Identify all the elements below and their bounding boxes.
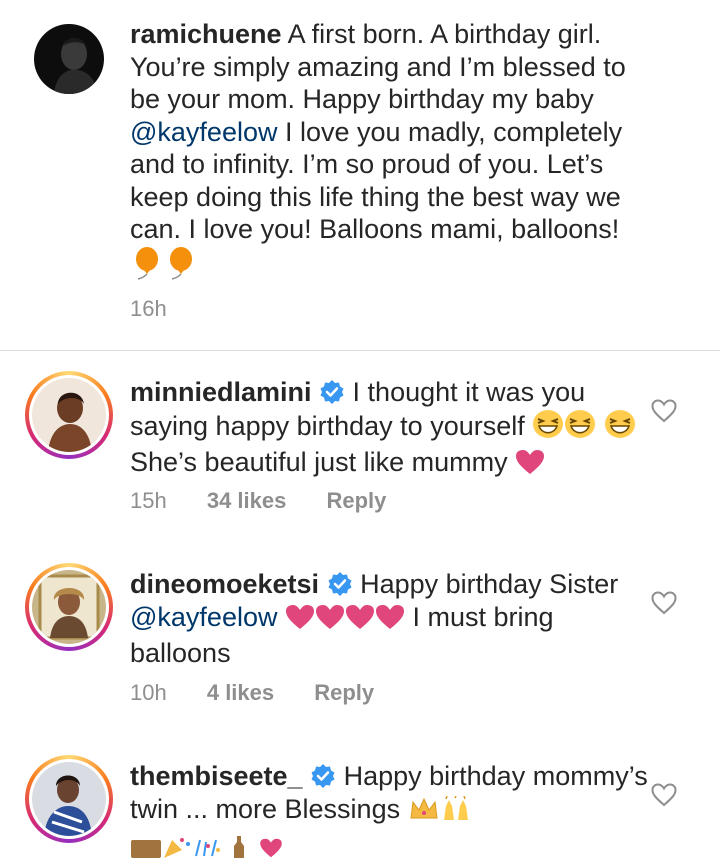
avatar-image <box>32 762 106 836</box>
grinning-squinting-face-icon <box>532 409 564 447</box>
avatar-image <box>32 570 106 644</box>
mention-link[interactable]: @kayfeelow <box>130 602 277 632</box>
likes-count[interactable]: 4 likes <box>207 680 274 705</box>
timestamp: 15h <box>130 488 167 513</box>
avatar-story-ring[interactable] <box>25 755 113 843</box>
username[interactable]: dineomoeketsi <box>130 569 319 599</box>
pink-heart-icon <box>315 604 345 638</box>
balloon-icon <box>164 246 198 288</box>
pink-heart-icon <box>375 604 405 638</box>
verified-badge-icon <box>327 571 353 597</box>
pink-heart-icon <box>285 604 315 638</box>
bottle-icon <box>232 833 246 866</box>
pink-heart-icon <box>345 604 375 638</box>
username[interactable]: minniedlamini <box>130 377 312 407</box>
avatar <box>32 570 106 644</box>
party-popper-icon <box>162 833 192 866</box>
grinning-squinting-face-icon <box>564 409 596 447</box>
comment-meta: 16h <box>130 296 201 322</box>
timestamp: 10h <box>130 680 167 705</box>
comment-meta: 15h 34 likes Reply <box>130 488 420 514</box>
mention-link[interactable]: @kayfeelow <box>130 117 277 147</box>
avatar-story-ring[interactable] <box>25 563 113 651</box>
comment-text: minniedlamini I thought it was you sayin… <box>130 376 650 483</box>
comment-body: Happy birthday Sister <box>352 569 619 599</box>
raising-hands-icon <box>440 795 472 830</box>
balloon-icon <box>130 246 164 288</box>
avatar-image <box>32 378 106 452</box>
username[interactable]: thembiseete_ <box>130 761 303 791</box>
verified-badge-icon <box>310 763 336 789</box>
username[interactable]: ramichuene <box>130 19 282 49</box>
avatar <box>32 762 106 836</box>
reply-button[interactable]: Reply <box>314 680 374 705</box>
comment-text: thembiseete_ Happy birthday mommy’s twin… <box>130 760 650 866</box>
like-heart-icon[interactable] <box>650 397 678 425</box>
gift-icon <box>130 833 162 866</box>
timestamp: 16h <box>130 296 167 321</box>
like-heart-icon[interactable] <box>650 589 678 617</box>
avatar <box>32 378 106 452</box>
comment-meta: 10h 4 likes Reply <box>130 680 408 706</box>
crown-icon <box>408 796 440 830</box>
divider <box>0 350 720 351</box>
avatar-story-ring[interactable] <box>25 371 113 459</box>
likes-count[interactable]: 34 likes <box>207 488 287 513</box>
comment-text: dineomoeketsi Happy birthday Sister @kay… <box>130 568 650 670</box>
reply-button[interactable]: Reply <box>326 488 386 513</box>
like-heart-icon[interactable] <box>650 781 678 809</box>
pink-heart-icon <box>515 449 545 483</box>
confetti-icon <box>192 833 222 866</box>
avatar-image <box>34 24 104 94</box>
avatar[interactable] <box>34 24 104 94</box>
pink-heart-icon <box>256 833 286 866</box>
comment-body: She’s beautiful just like mummy <box>130 447 516 477</box>
verified-badge-icon <box>319 379 345 405</box>
comment-text: ramichuene A first born. A birthday girl… <box>130 18 650 287</box>
grinning-squinting-face-icon <box>604 409 636 447</box>
